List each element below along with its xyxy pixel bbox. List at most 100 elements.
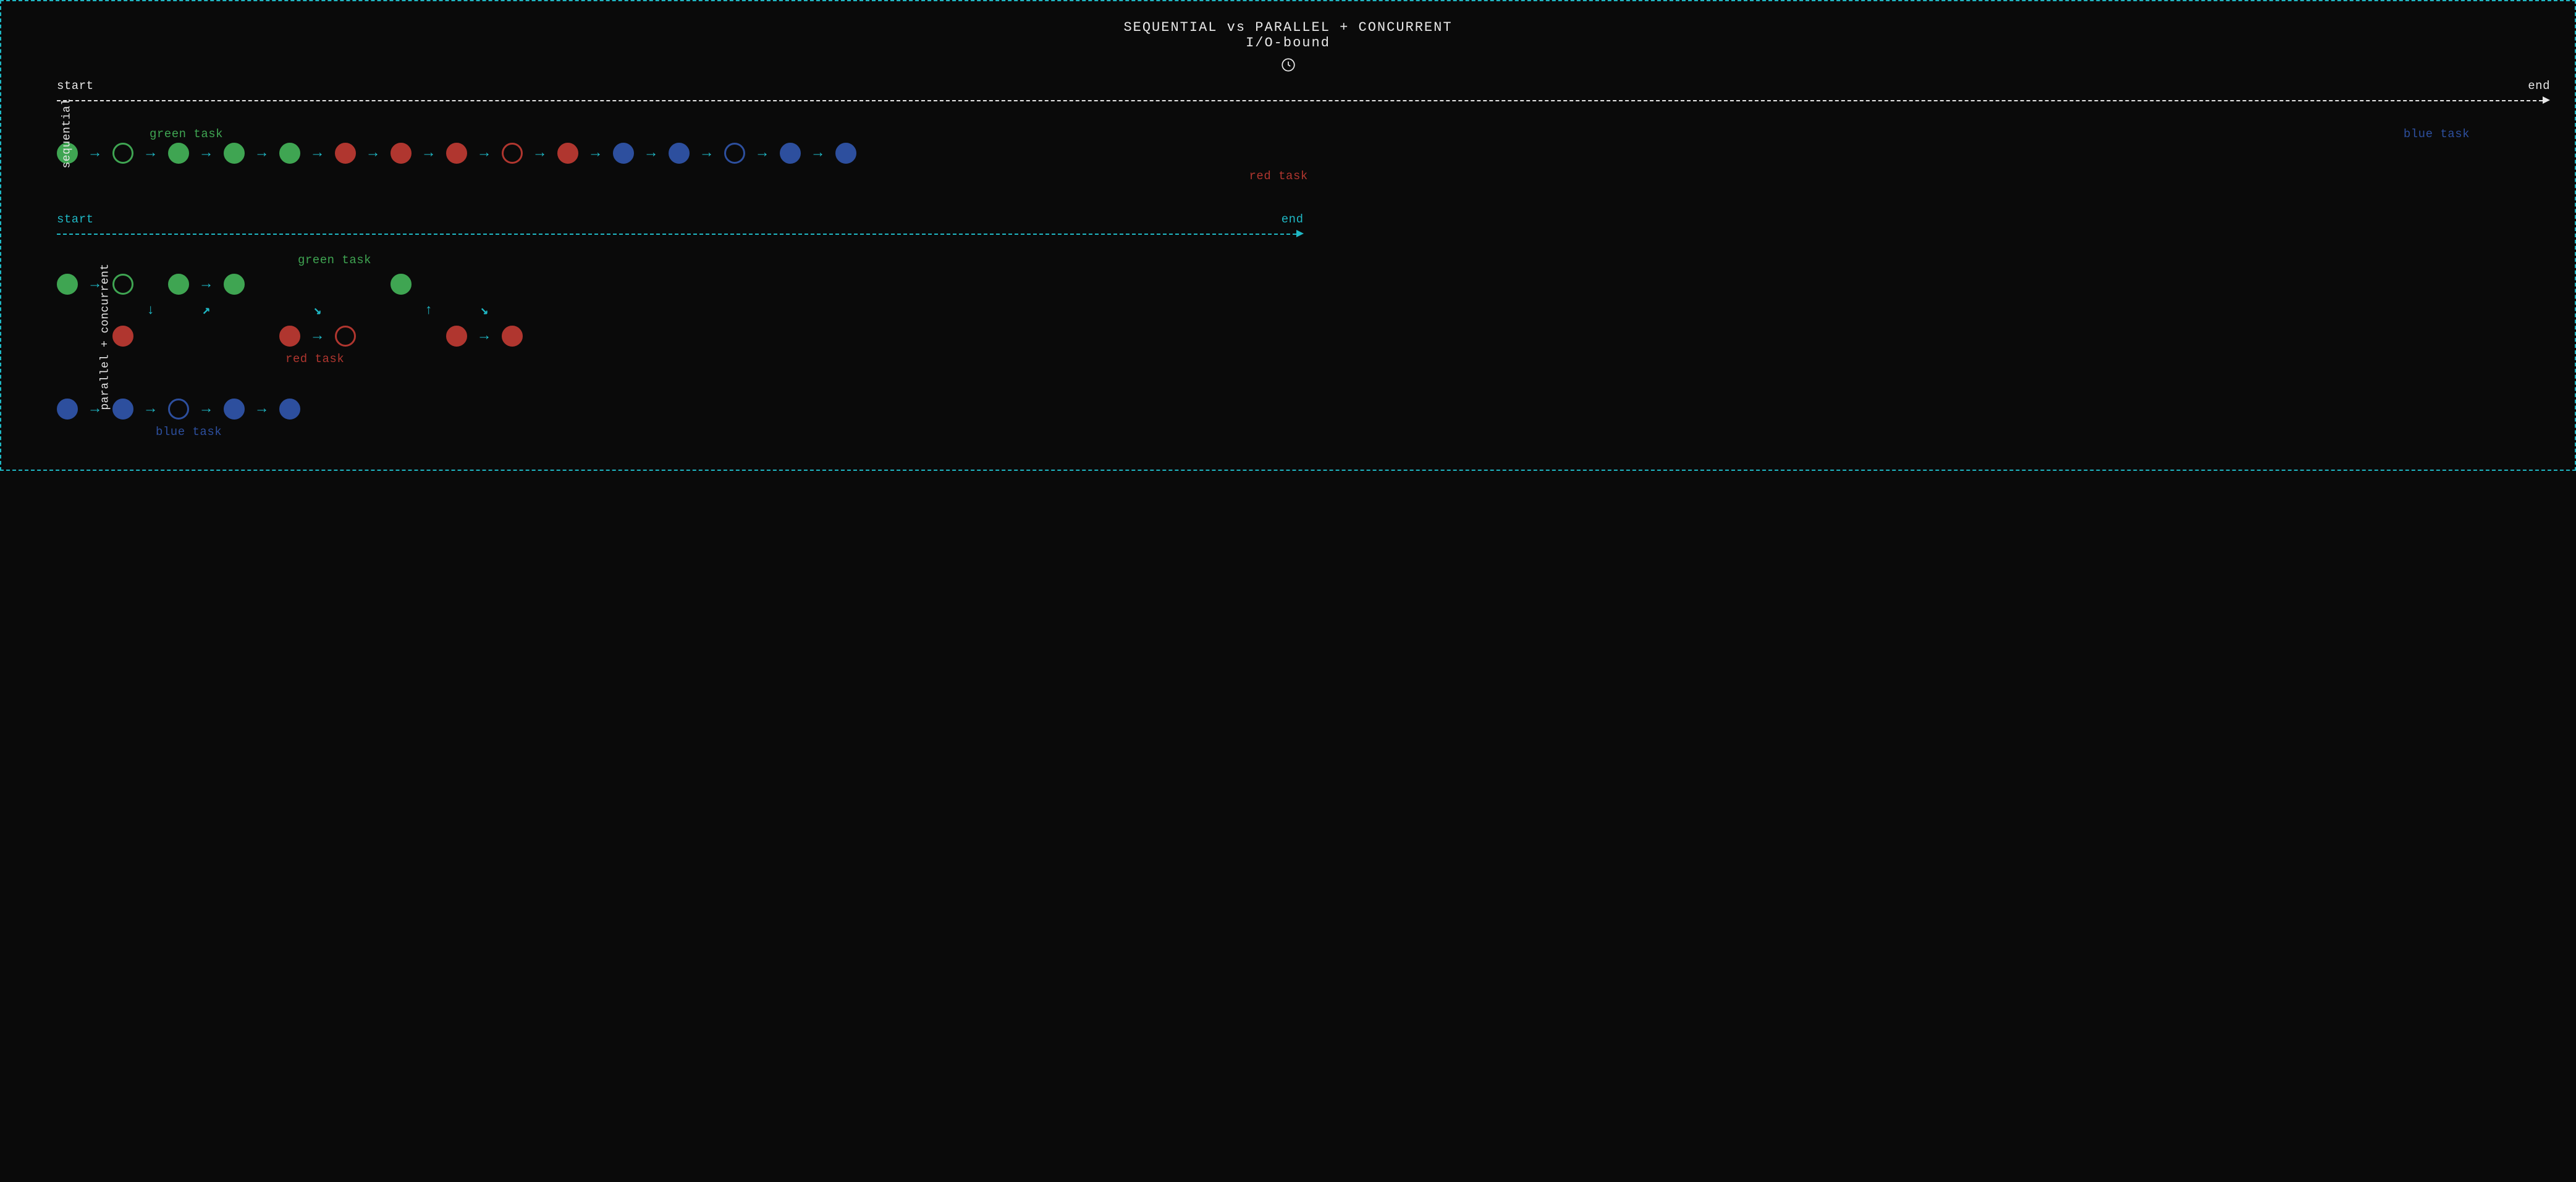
spacer (245, 274, 279, 295)
red-task-label: red task (285, 352, 2550, 366)
arrow-up-icon: ↑ (412, 300, 446, 321)
spacer (245, 326, 279, 347)
spacer (412, 326, 446, 347)
blue-task-dot (724, 143, 745, 164)
arrow-right-icon: → (356, 143, 391, 164)
arrow-downright-icon: ↘ (300, 300, 335, 321)
spacer (168, 326, 189, 347)
spacer (112, 300, 133, 321)
red-task-dot (279, 326, 300, 347)
parallel-green-row: →→ (57, 272, 2550, 297)
red-task-dot (446, 326, 467, 347)
arrow-right-icon: → (467, 143, 502, 164)
sequential-task-labels: green task blue task (57, 122, 2550, 141)
arrow-right-icon: → (245, 143, 279, 164)
blue-task-dot (669, 143, 690, 164)
spacer (279, 274, 300, 295)
title-block: SEQUENTIAL vs PARALLEL + CONCURRENT I/O-… (26, 20, 2550, 51)
sequential-task-row: →→→→→→→→→→→→→→ (57, 141, 2550, 166)
green-task-label: green task (298, 253, 2550, 267)
timeline-start-label: start (57, 213, 94, 226)
blue-task-dot (112, 399, 133, 420)
sequential-section: sequential start end green task blue tas… (57, 79, 2550, 188)
spacer (224, 300, 245, 321)
spacer (446, 300, 467, 321)
spacer (356, 326, 391, 347)
green-task-dot (224, 274, 245, 295)
arrow-right-icon: → (189, 399, 224, 420)
spacer (133, 326, 168, 347)
spacer (57, 300, 78, 321)
diagram-frame: SEQUENTIAL vs PARALLEL + CONCURRENT I/O-… (0, 0, 2576, 471)
arrow-right-icon: → (412, 143, 446, 164)
spacer (300, 274, 335, 295)
blue-task-dot (613, 143, 634, 164)
arrow-down-icon: ↓ (133, 300, 168, 321)
timeline-end-label: end (1282, 213, 1304, 226)
spacer (168, 300, 189, 321)
red-task-dot (391, 143, 412, 164)
arrow-upright-icon: ↗ (189, 300, 224, 321)
spacer (224, 326, 245, 347)
arrow-right-icon: → (133, 399, 168, 420)
parallel-switch-row: ↓ ↗ ↘ ↑ ↘ (57, 297, 2550, 324)
spacer (356, 274, 391, 295)
spacer (245, 300, 279, 321)
red-task-dot (446, 143, 467, 164)
parallel-timeline-arrow (57, 226, 1304, 241)
arrow-right-icon: → (300, 143, 335, 164)
arrow-right-icon: → (578, 143, 613, 164)
spacer (335, 300, 356, 321)
arrow-right-icon: → (690, 143, 724, 164)
spacer (391, 326, 412, 347)
sequential-timeline-arrow (57, 93, 2550, 108)
green-task-dot (279, 143, 300, 164)
arrow-downright-icon: ↘ (467, 300, 502, 321)
blue-task-dot (57, 399, 78, 420)
red-task-dot (335, 143, 356, 164)
green-task-dot (391, 274, 412, 295)
parallel-timeline: start end (57, 213, 1304, 226)
arrow-right-icon: → (189, 274, 224, 295)
green-task-dot (112, 143, 133, 164)
spacer (356, 300, 391, 321)
blue-task-dot (224, 399, 245, 420)
green-task-dot (168, 274, 189, 295)
parallel-lanes: green task →→ ↓↗↘↑↘ →→ red task →→→→ blu… (57, 253, 2550, 439)
arrow-right-icon: → (189, 143, 224, 164)
blue-task-dot (835, 143, 856, 164)
parallel-concurrent-label: parallel + concurrent (99, 264, 112, 410)
red-task-dot (557, 143, 578, 164)
spacer (57, 326, 78, 347)
blue-task-dot (279, 399, 300, 420)
clock-icon (1280, 57, 1296, 73)
green-task-dot (57, 274, 78, 295)
blue-task-dot (780, 143, 801, 164)
timeline-start-label: start (57, 79, 94, 93)
spacer (279, 300, 300, 321)
arrow-right-icon: → (801, 143, 835, 164)
green-task-dot (112, 274, 133, 295)
red-task-dot (112, 326, 133, 347)
spacer (189, 326, 224, 347)
red-task-dot (502, 326, 523, 347)
arrow-right-icon: → (133, 143, 168, 164)
parallel-red-row: →→ (57, 324, 2550, 348)
red-task-dot (335, 326, 356, 347)
green-task-dot (224, 143, 245, 164)
blue-task-label: blue task (2404, 127, 2470, 141)
parallel-blue-row: →→→→ (57, 397, 2550, 421)
arrow-right-icon: → (300, 326, 335, 347)
red-task-label: red task (1249, 169, 1308, 183)
clock-icon-row (26, 57, 2550, 73)
red-task-dot (502, 143, 523, 164)
spacer (391, 300, 412, 321)
arrow-right-icon: → (467, 326, 502, 347)
parallel-section: parallel + concurrent start end green ta… (57, 213, 2550, 439)
arrow-right-icon: → (245, 399, 279, 420)
sequential-timeline: start end (57, 79, 2550, 93)
arrow-right-icon: → (78, 143, 112, 164)
arrow-right-icon: → (523, 143, 557, 164)
sequential-task-labels-below: red task (57, 166, 2550, 188)
arrow-right-icon: → (634, 143, 669, 164)
